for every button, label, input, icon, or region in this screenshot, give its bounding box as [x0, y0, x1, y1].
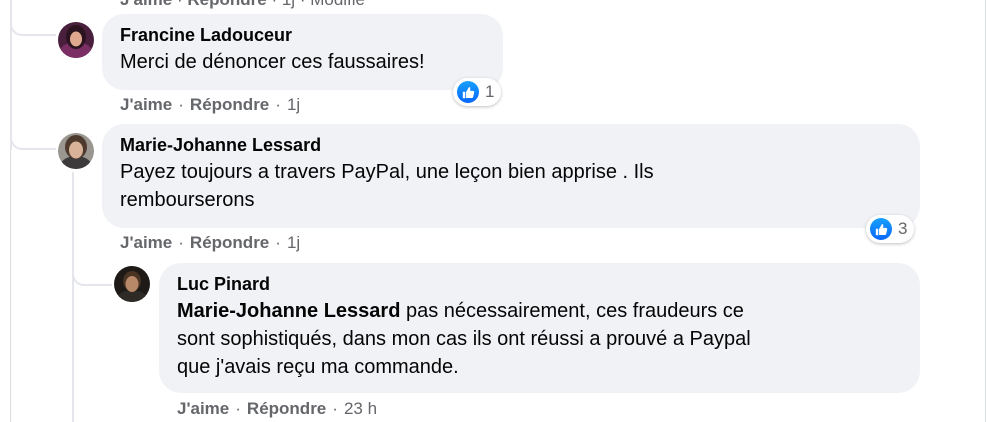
- comment-text: Payez toujours a travers PayPal, une leç…: [120, 158, 902, 214]
- like-link[interactable]: J'aime: [120, 233, 172, 252]
- timestamp[interactable]: 1j: [287, 233, 300, 252]
- comment-author[interactable]: Francine Ladouceur: [120, 24, 485, 46]
- avatar[interactable]: [58, 133, 94, 169]
- thread-connector: [10, 114, 56, 150]
- comment-text-line: Payez toujours a travers PayPal, une leç…: [120, 161, 654, 183]
- comment-text: Merci de dénoncer ces faussaires!: [120, 51, 425, 73]
- comment-author[interactable]: Marie-Johanne Lessard: [120, 134, 902, 156]
- comment-author[interactable]: Luc Pinard: [177, 273, 902, 295]
- reply-link[interactable]: Répondre: [187, 0, 266, 9]
- edited-label: Modifié: [310, 0, 365, 9]
- timestamp[interactable]: 1j: [287, 95, 300, 114]
- avatar[interactable]: [58, 22, 94, 58]
- comment-actions: J'aime · Répondre · 1j: [120, 95, 301, 114]
- comment-actions: J'aime · Répondre · 23 h: [177, 399, 378, 418]
- avatar[interactable]: [114, 266, 150, 302]
- timestamp[interactable]: 23 h: [344, 399, 377, 418]
- thumbs-up-icon: [457, 81, 479, 103]
- like-link[interactable]: J'aime: [120, 0, 172, 9]
- reply-link[interactable]: Répondre: [247, 399, 326, 418]
- reaction-badge[interactable]: 3: [866, 215, 915, 243]
- comment-thread: J'aime · Répondre · 1j · Modifié Francin…: [0, 0, 986, 422]
- comment-actions: J'aime · Répondre · 1j: [120, 233, 301, 252]
- reaction-badge[interactable]: 1: [453, 78, 502, 106]
- comment-text-line: rembourserons: [120, 189, 255, 211]
- comment-text-line: pas nécessairement, ces fraudeurs ce: [400, 300, 744, 322]
- mention-link[interactable]: Marie-Johanne Lessard: [177, 300, 400, 322]
- reaction-count: 1: [485, 82, 495, 101]
- reaction-count: 3: [898, 219, 908, 238]
- reply-bubble: Luc Pinard Marie-Johanne Lessard pas néc…: [159, 263, 920, 393]
- comment-text-line: sont sophistiqués, dans mon cas ils ont …: [177, 328, 751, 350]
- thread-connector: [10, 0, 56, 36]
- previous-comment-actions: J'aime · Répondre · 1j · Modifié: [120, 0, 365, 10]
- like-link[interactable]: J'aime: [177, 399, 229, 418]
- reply-connector: [72, 250, 112, 286]
- timestamp[interactable]: 1j: [282, 0, 295, 9]
- comment-bubble: Francine Ladouceur Merci de dénoncer ces…: [102, 14, 503, 90]
- comment-bubble: Marie-Johanne Lessard Payez toujours a t…: [102, 124, 920, 228]
- thumbs-up-icon: [870, 218, 892, 240]
- reply-thread-line: [72, 172, 74, 422]
- comment-text-line: que j'avais reçu ma commande.: [177, 356, 459, 378]
- reply-link[interactable]: Répondre: [190, 95, 269, 114]
- comment-text: Marie-Johanne Lessard pas nécessairement…: [177, 297, 902, 381]
- reply-link[interactable]: Répondre: [190, 233, 269, 252]
- like-link[interactable]: J'aime: [120, 95, 172, 114]
